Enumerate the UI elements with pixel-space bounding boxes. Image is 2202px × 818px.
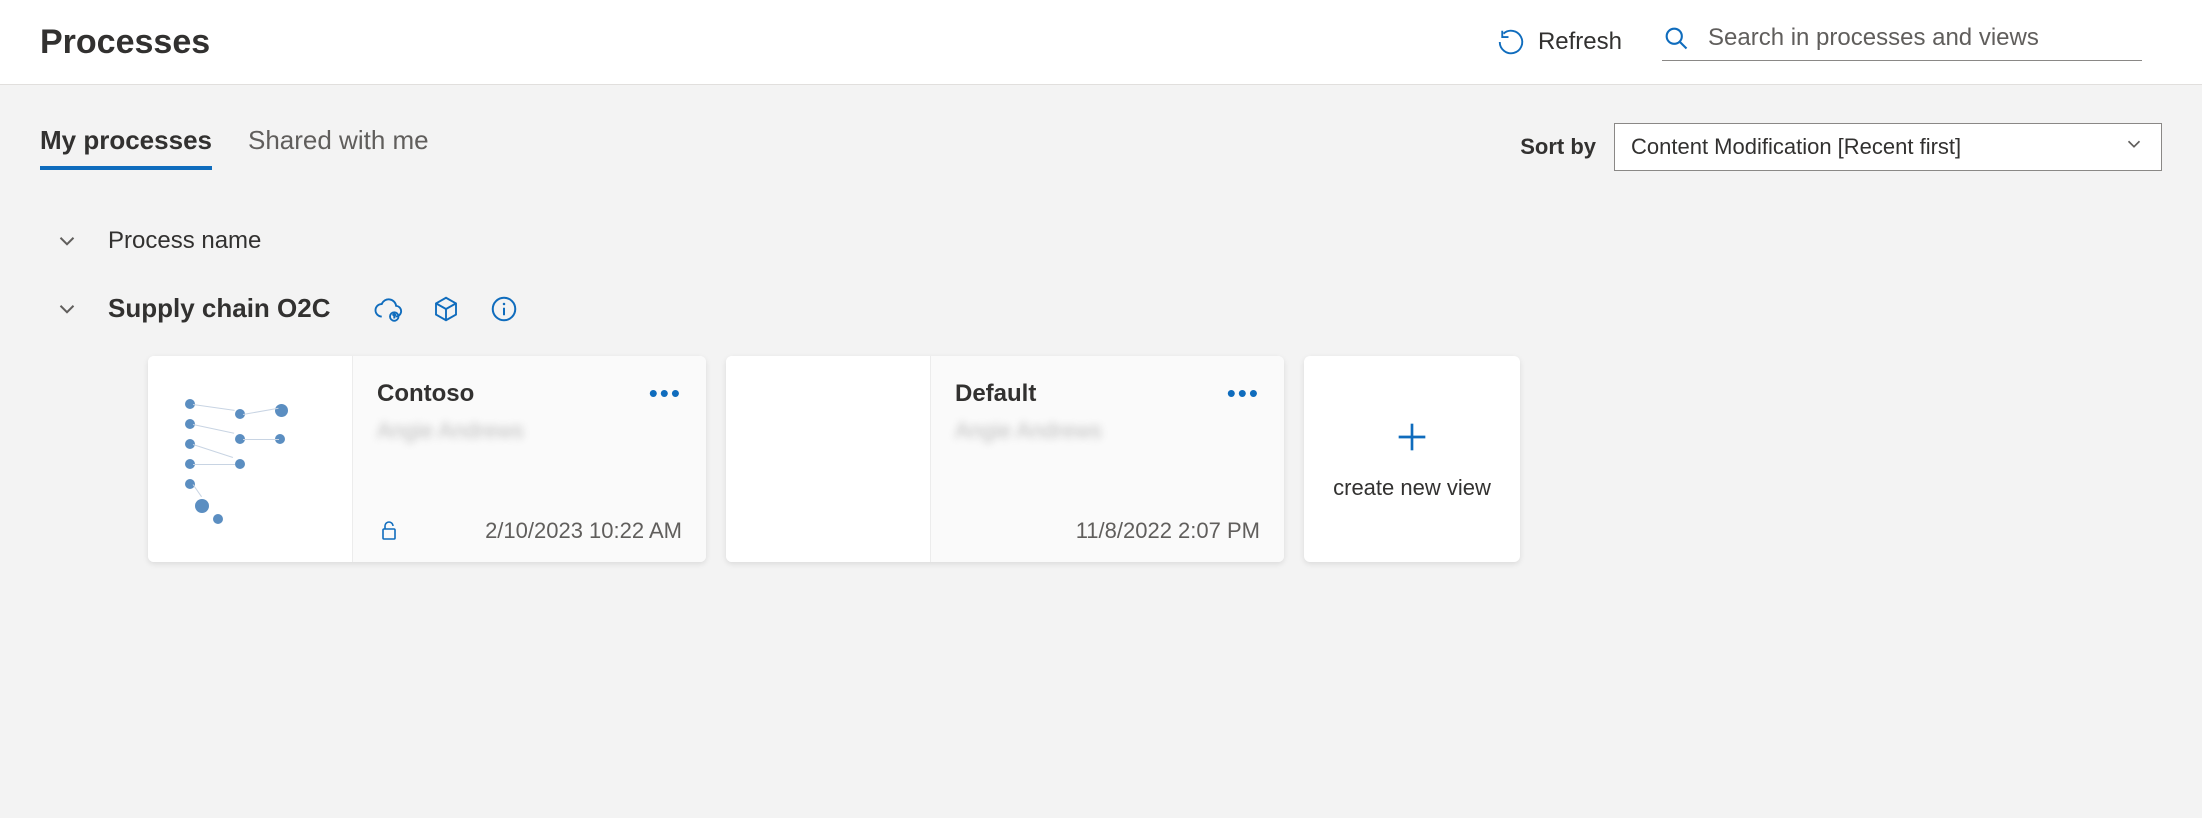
more-icon[interactable]: ••• — [649, 380, 682, 406]
refresh-icon — [1496, 27, 1526, 57]
sort-by-value: Content Modification [Recent first] — [1631, 134, 1961, 160]
card-title: Default — [955, 380, 1036, 408]
more-icon[interactable]: ••• — [1227, 380, 1260, 406]
card-thumbnail — [726, 356, 931, 562]
card-owner: Angie Andrews — [377, 418, 682, 444]
search-input[interactable] — [1708, 24, 2142, 52]
sort-by-select[interactable]: Content Modification [Recent first] — [1614, 123, 2162, 171]
info-icon[interactable] — [489, 294, 519, 324]
collapse-all-chevron-icon[interactable] — [54, 228, 80, 254]
tab-my-processes[interactable]: My processes — [40, 125, 212, 170]
group-name: Supply chain O2C — [108, 293, 331, 324]
page-title: Processes — [40, 23, 210, 62]
card-thumbnail — [148, 356, 353, 562]
card-owner: Angie Andrews — [955, 418, 1260, 444]
tab-shared-with-me[interactable]: Shared with me — [248, 125, 429, 170]
package-icon[interactable] — [431, 294, 461, 324]
create-new-view-label: create new view — [1333, 475, 1491, 501]
search-icon — [1662, 24, 1690, 52]
view-card[interactable]: Default ••• Angie Andrews 11/8/2022 2:07… — [726, 356, 1284, 562]
group-chevron-icon[interactable] — [54, 296, 80, 322]
chevron-down-icon — [2123, 133, 2145, 161]
card-date: 2/10/2023 10:22 AM — [485, 518, 682, 544]
column-header-process-name: Process name — [108, 227, 261, 255]
sort-by-label: Sort by — [1520, 134, 1596, 160]
search-box[interactable] — [1662, 24, 2142, 61]
card-date: 11/8/2022 2:07 PM — [1076, 518, 1260, 544]
cloud-upload-icon[interactable] — [373, 294, 403, 324]
view-card[interactable]: Contoso ••• Angie Andrews 2/10/2023 10:2… — [148, 356, 706, 562]
card-title: Contoso — [377, 380, 474, 408]
lock-icon — [377, 519, 401, 543]
plus-icon — [1392, 417, 1432, 457]
create-new-view-button[interactable]: create new view — [1304, 356, 1520, 562]
refresh-button[interactable]: Refresh — [1496, 27, 1622, 57]
refresh-label: Refresh — [1538, 28, 1622, 56]
